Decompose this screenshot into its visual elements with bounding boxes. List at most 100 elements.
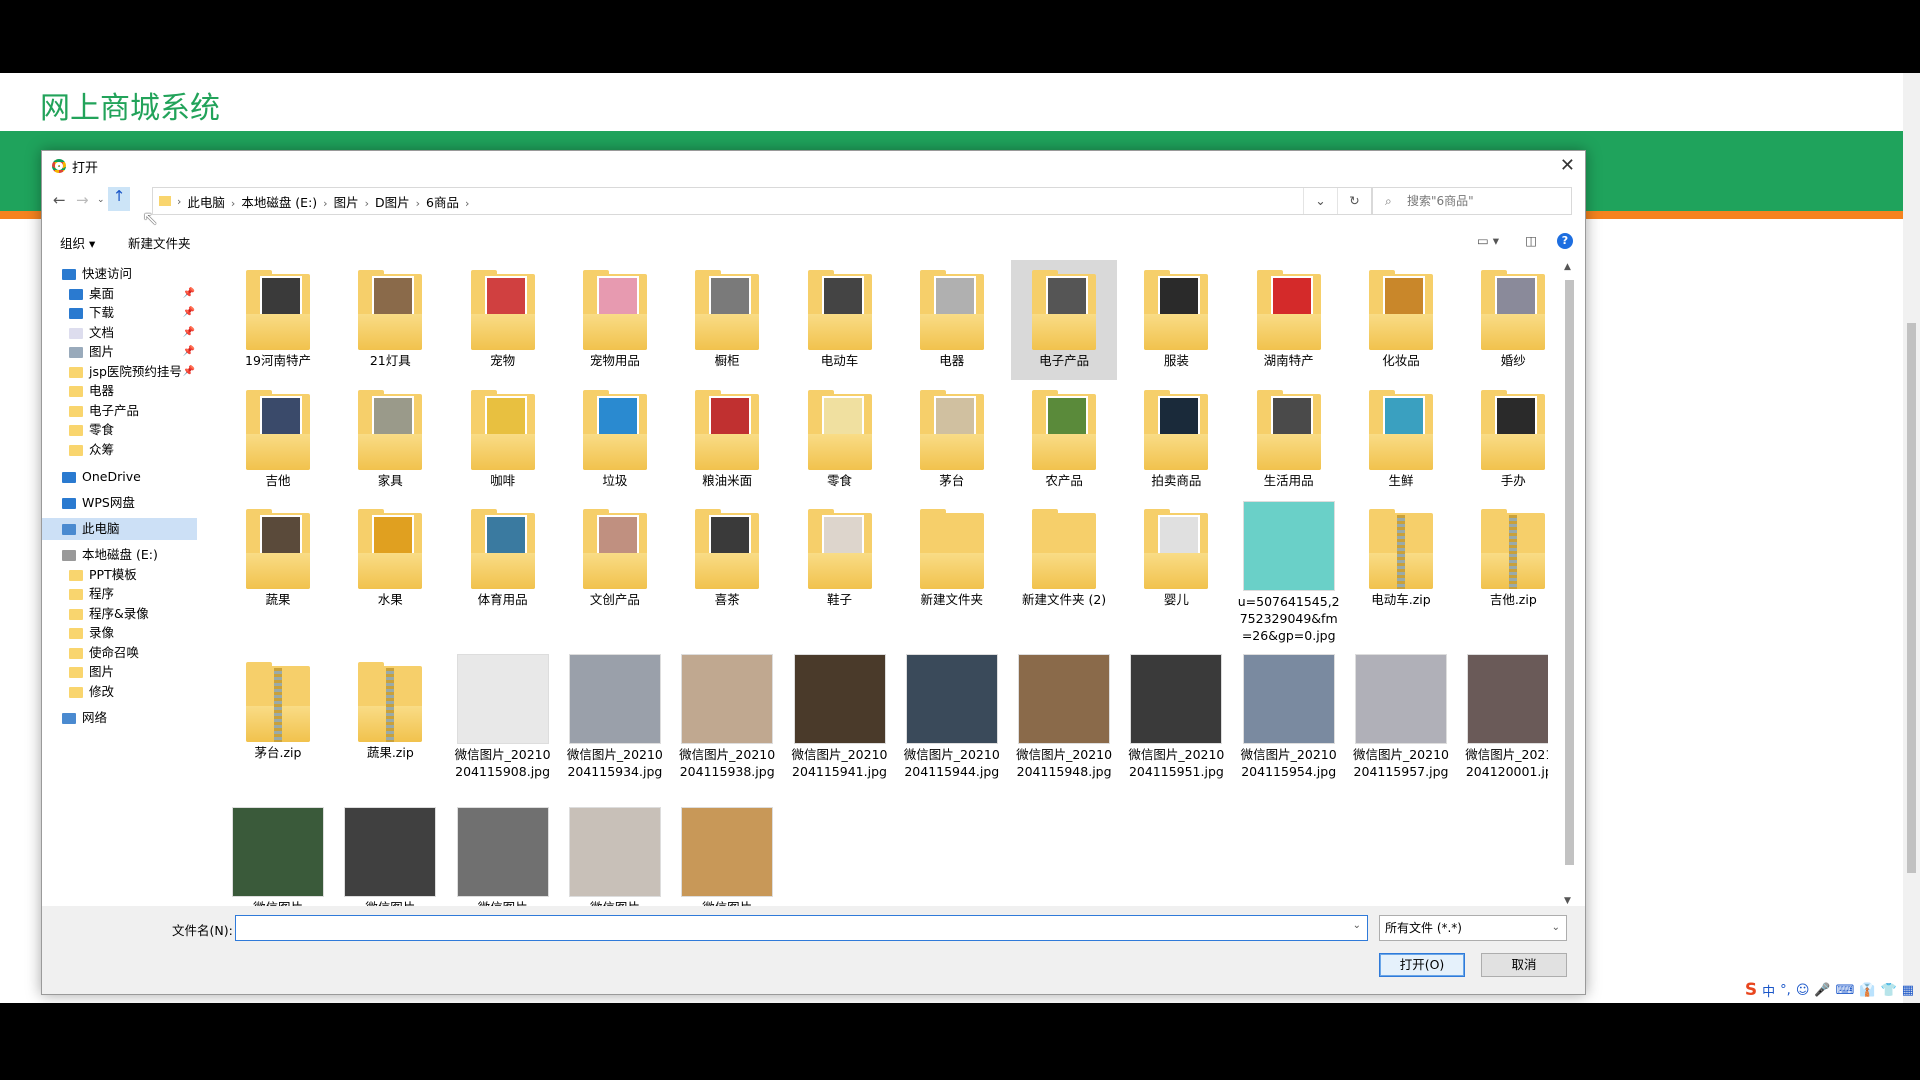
nav-item[interactable]: 图片	[42, 661, 197, 683]
zip-file[interactable]: 吉他.zip	[1460, 499, 1548, 619]
image-file[interactable]: 微信图片	[225, 805, 331, 908]
nav-item[interactable]: 零食	[42, 419, 197, 441]
ime-button[interactable]: °,	[1780, 983, 1791, 998]
folder-item[interactable]: 文创产品	[562, 499, 668, 619]
nav-item[interactable]: 图片 📌	[42, 341, 197, 363]
zip-file[interactable]: 茅台.zip	[225, 652, 331, 772]
ime-button[interactable]: ⌨	[1836, 983, 1855, 998]
nav-item[interactable]: 程序	[42, 583, 197, 605]
refresh-icon[interactable]: ↻	[1337, 188, 1371, 214]
help-icon[interactable]: ?	[1557, 233, 1573, 249]
image-file[interactable]: 微信图片	[450, 805, 556, 908]
folder-item[interactable]: 鞋子	[787, 499, 893, 619]
address-bar[interactable]: › 此电脑 › 本地磁盘 (E:) › 图片 › D图片 › 6商品 › ⌄ ↻	[152, 187, 1372, 215]
folder-item[interactable]: 生活用品	[1236, 380, 1342, 500]
image-file[interactable]: u=507641545,2752329049&fm=26&gp=0.jpg	[1236, 499, 1342, 643]
image-file[interactable]: 微信图片_20210204120001.jpg	[1460, 652, 1548, 779]
folder-item[interactable]: 茅台	[899, 380, 1005, 500]
image-file[interactable]: 微信图片_20210204115934.jpg	[562, 652, 668, 779]
folder-item[interactable]: 体育用品	[450, 499, 556, 619]
nav-item[interactable]: WPS网盘	[42, 492, 197, 514]
folder-item[interactable]: 电器	[899, 260, 1005, 380]
ime-button[interactable]: S	[1745, 980, 1757, 1000]
folder-item[interactable]: 21灯具	[337, 260, 443, 380]
zip-file[interactable]: 蔬果.zip	[337, 652, 443, 772]
cancel-button[interactable]: 取消	[1481, 953, 1567, 977]
zip-file[interactable]: 电动车.zip	[1348, 499, 1454, 619]
image-file[interactable]: 微信图片_20210204115951.jpg	[1123, 652, 1229, 779]
search-input[interactable]: ⌕ 搜索"6商品"	[1372, 187, 1572, 215]
ime-button[interactable]: 👕	[1881, 983, 1897, 998]
forward-icon[interactable]: →	[76, 191, 89, 209]
image-file[interactable]: 微信图片_20210204115944.jpg	[899, 652, 1005, 779]
nav-item[interactable]: 电器	[42, 380, 197, 402]
filetype-select[interactable]: 所有文件 (*.*) ⌄	[1379, 915, 1567, 941]
folder-item[interactable]: 蔬果	[225, 499, 331, 619]
folder-item[interactable]: 婴儿	[1123, 499, 1229, 619]
nav-item[interactable]: OneDrive	[42, 466, 197, 488]
image-file[interactable]: 微信图片	[562, 805, 668, 908]
ime-button[interactable]: ▦	[1902, 983, 1914, 998]
folder-item[interactable]: 橱柜	[674, 260, 780, 380]
scroll-up-icon[interactable]: ▲	[1564, 262, 1571, 272]
filename-field[interactable]: ⌄	[235, 915, 1368, 941]
folder-item[interactable]: 湖南特产	[1236, 260, 1342, 380]
folder-item[interactable]: 咖啡	[450, 380, 556, 500]
folder-item[interactable]: 家具	[337, 380, 443, 500]
folder-item[interactable]: 电子产品	[1011, 260, 1118, 380]
folder-item[interactable]: 服装	[1123, 260, 1229, 380]
close-icon[interactable]: ✕	[1560, 155, 1575, 176]
breadcrumb-item[interactable]: D图片	[369, 195, 416, 210]
page-scrollbar[interactable]	[1903, 73, 1920, 1003]
nav-item[interactable]: 此电脑	[42, 518, 197, 540]
breadcrumb-item[interactable]: 6商品	[420, 195, 465, 210]
breadcrumb-item[interactable]: 本地磁盘 (E:)	[235, 195, 323, 210]
ime-button[interactable]: 中	[1762, 981, 1775, 1000]
breadcrumb-separator-icon[interactable]: ›	[323, 197, 327, 210]
new-folder-button[interactable]: 新建文件夹	[128, 233, 191, 252]
folder-item[interactable]: 宠物用品	[562, 260, 668, 380]
folder-item[interactable]: 生鲜	[1348, 380, 1454, 500]
image-file[interactable]: 微信图片_20210204115938.jpg	[674, 652, 780, 779]
nav-item[interactable]: 下载 📌	[42, 302, 197, 324]
image-file[interactable]: 微信图片_20210204115954.jpg	[1236, 652, 1342, 779]
folder-item[interactable]: 拍卖商品	[1123, 380, 1229, 500]
folder-item[interactable]: 手办	[1460, 380, 1548, 500]
filename-dropdown-icon[interactable]: ⌄	[1353, 920, 1361, 931]
nav-item[interactable]: 快速访问	[42, 263, 197, 285]
organize-menu[interactable]: 组织 ▾	[60, 233, 95, 252]
up-icon[interactable]: ↑	[108, 187, 130, 211]
ime-button[interactable]: 🎤	[1814, 983, 1830, 998]
folder-item[interactable]: 婚纱	[1460, 260, 1548, 380]
page-scrollbar-thumb[interactable]	[1907, 323, 1916, 873]
file-list-scrollbar[interactable]: ▲ ▼	[1562, 258, 1576, 908]
back-icon[interactable]: ←	[53, 191, 66, 209]
folder-item[interactable]: 零食	[787, 380, 893, 500]
folder-item[interactable]: 宠物	[450, 260, 556, 380]
breadcrumb-item[interactable]: 图片	[328, 195, 365, 210]
nav-item[interactable]: 众筹	[42, 439, 197, 461]
folder-item[interactable]: 化妆品	[1348, 260, 1454, 380]
image-file[interactable]: 微信图片_20210204115908.jpg	[450, 652, 556, 779]
image-file[interactable]: 微信图片_20210204115957.jpg	[1348, 652, 1454, 779]
folder-item[interactable]: 垃圾	[562, 380, 668, 500]
recent-dropdown-icon[interactable]: ⌄	[97, 195, 105, 205]
ime-toolbar[interactable]: S 中 °, ☺ 🎤 ⌨ 👔 👕 ▦	[1745, 980, 1914, 1000]
folder-item[interactable]: 电动车	[787, 260, 893, 380]
image-file[interactable]: 微信图片	[337, 805, 443, 908]
folder-item[interactable]: 粮油米面	[674, 380, 780, 500]
breadcrumb-separator-icon[interactable]: ›	[465, 197, 469, 210]
nav-item[interactable]: 网络	[42, 707, 197, 729]
address-dropdown-icon[interactable]: ⌄	[1303, 188, 1337, 214]
preview-pane-icon[interactable]: ◫	[1525, 233, 1537, 248]
image-file[interactable]: 微信图片	[674, 805, 780, 908]
breadcrumb-item[interactable]: 此电脑	[181, 195, 231, 210]
scroll-down-icon[interactable]: ▼	[1564, 896, 1571, 906]
nav-item[interactable]: 录像	[42, 622, 197, 644]
ime-button[interactable]: ☺	[1796, 983, 1810, 998]
image-file[interactable]: 微信图片_20210204115948.jpg	[1011, 652, 1117, 779]
folder-item[interactable]: 农产品	[1011, 380, 1117, 500]
breadcrumb[interactable]: 此电脑 › 本地磁盘 (E:) › 图片 › D图片 › 6商品 ›	[181, 192, 469, 211]
folder-item[interactable]: 新建文件夹 (2)	[1011, 499, 1117, 619]
nav-item[interactable]: 本地磁盘 (E:)	[42, 544, 197, 566]
